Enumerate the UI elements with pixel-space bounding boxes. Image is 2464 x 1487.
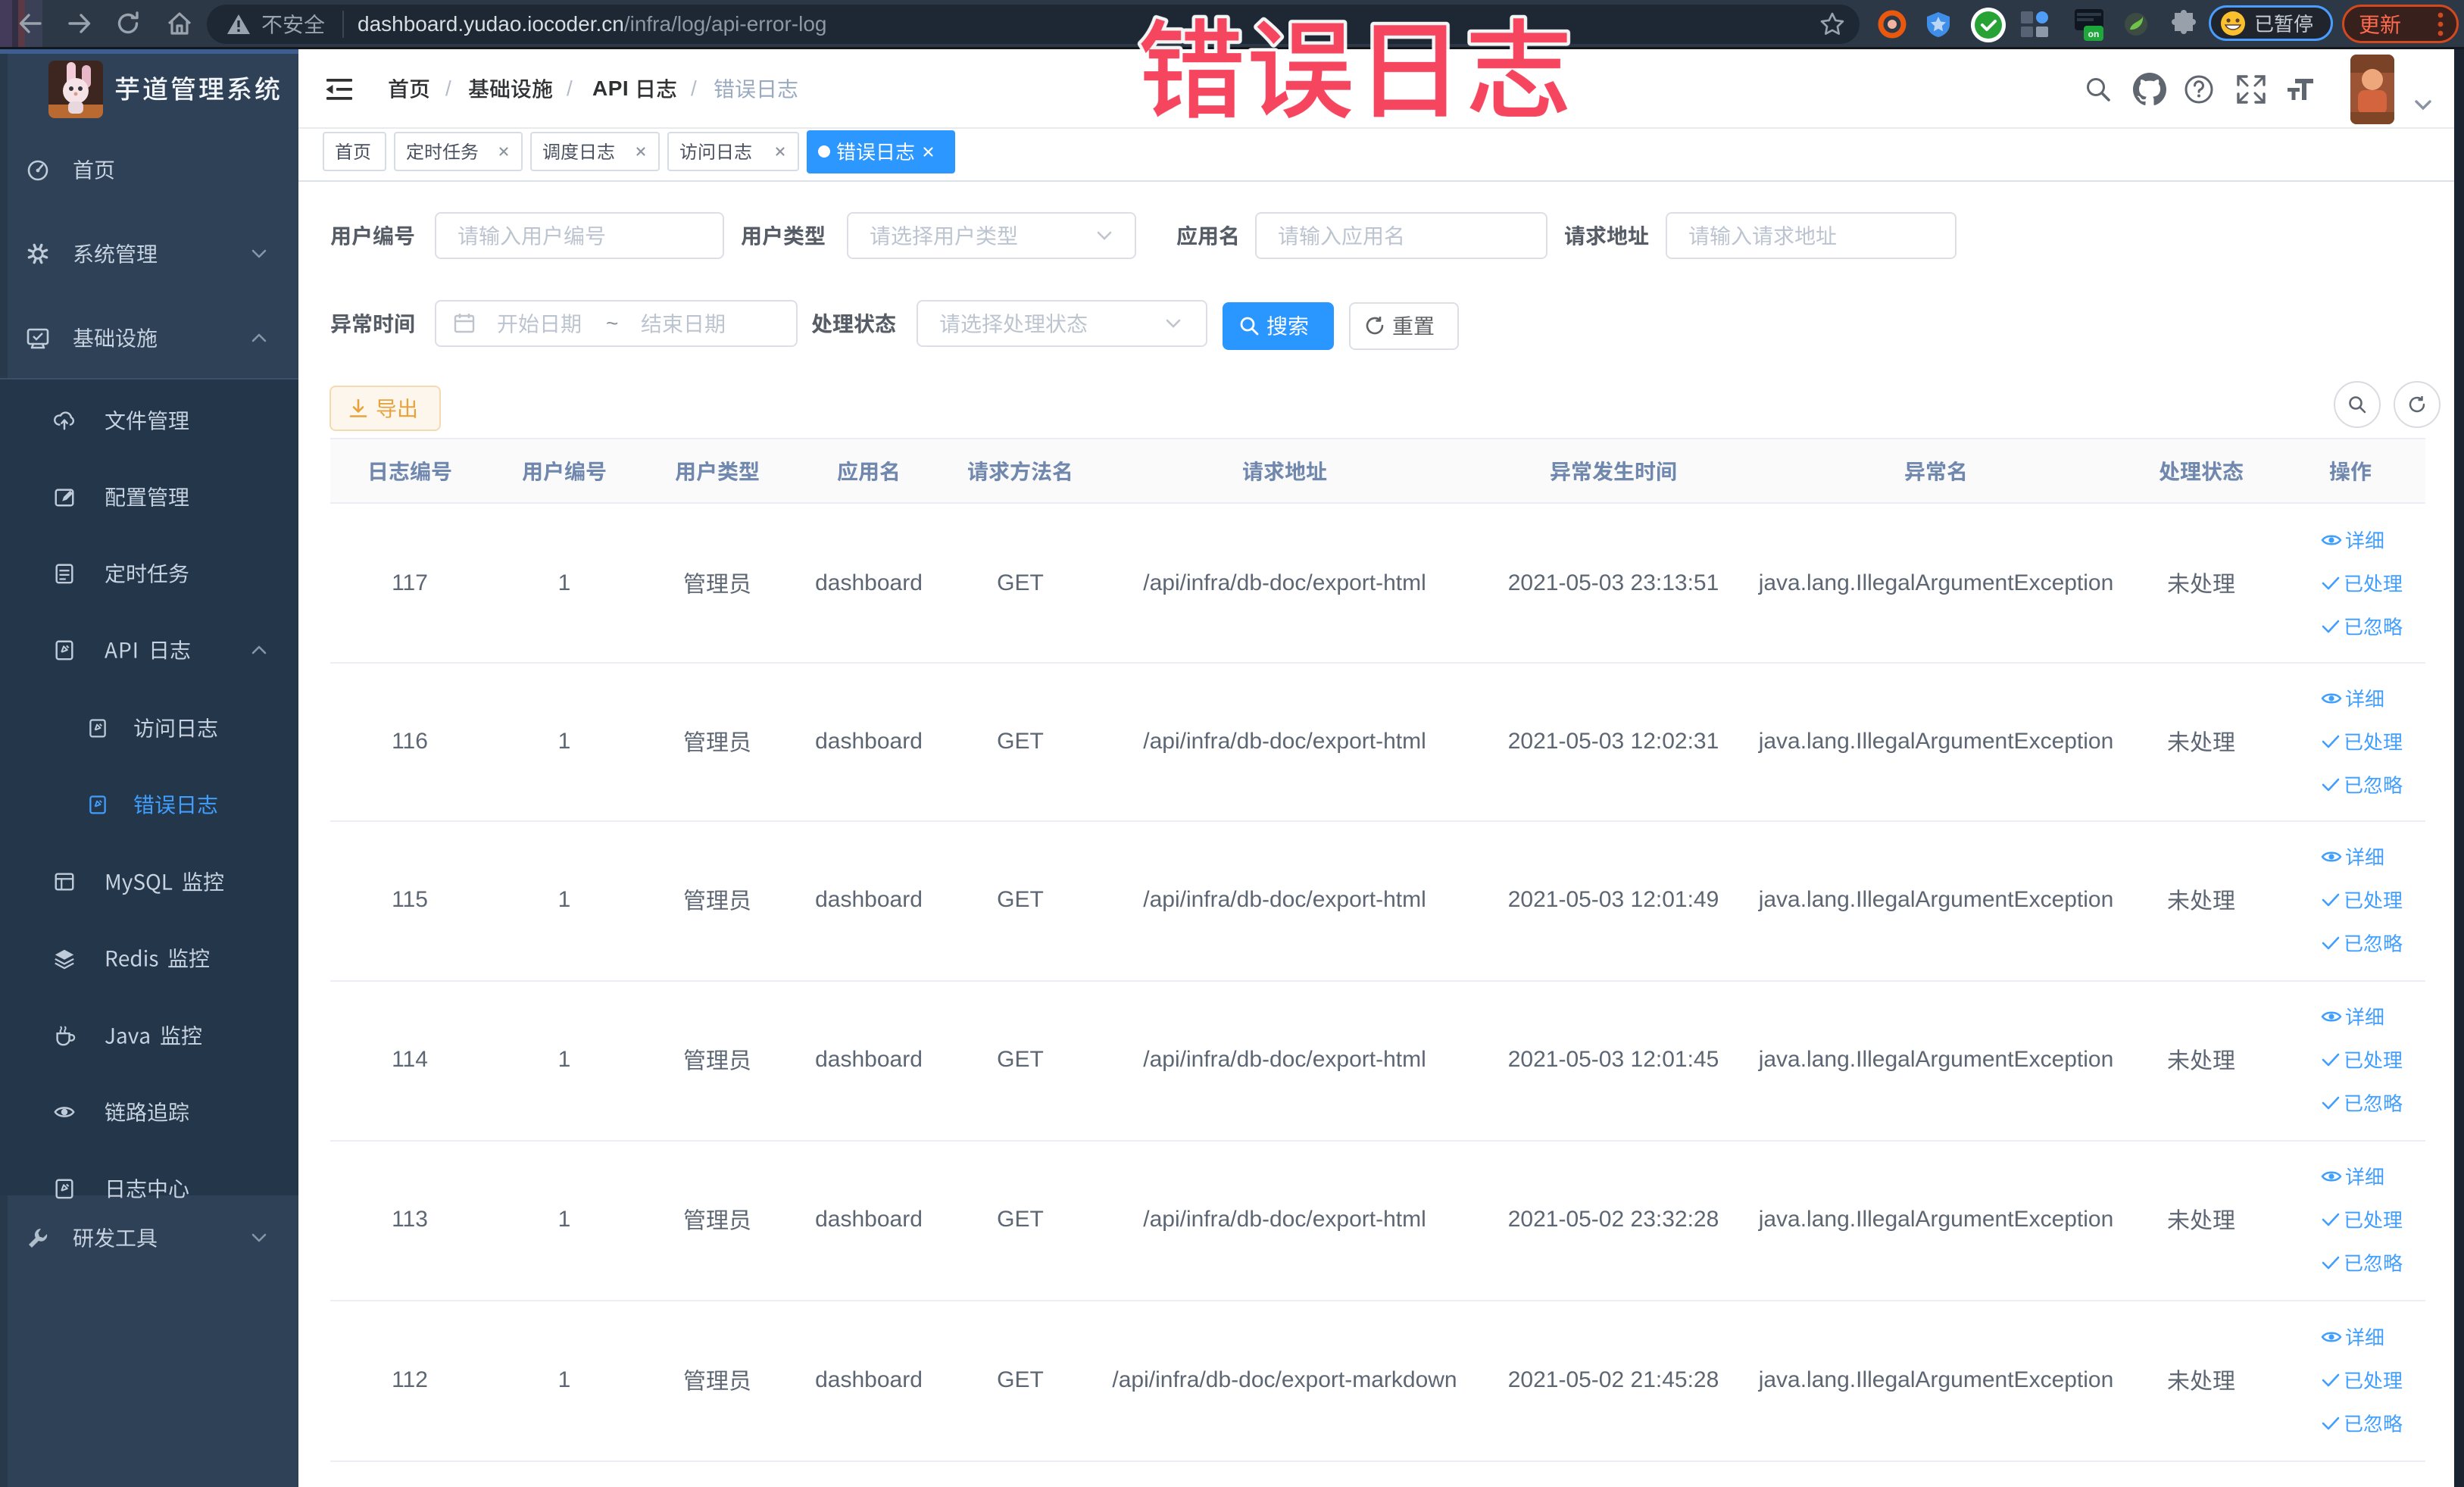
- svg-text:on: on: [2088, 29, 2100, 39]
